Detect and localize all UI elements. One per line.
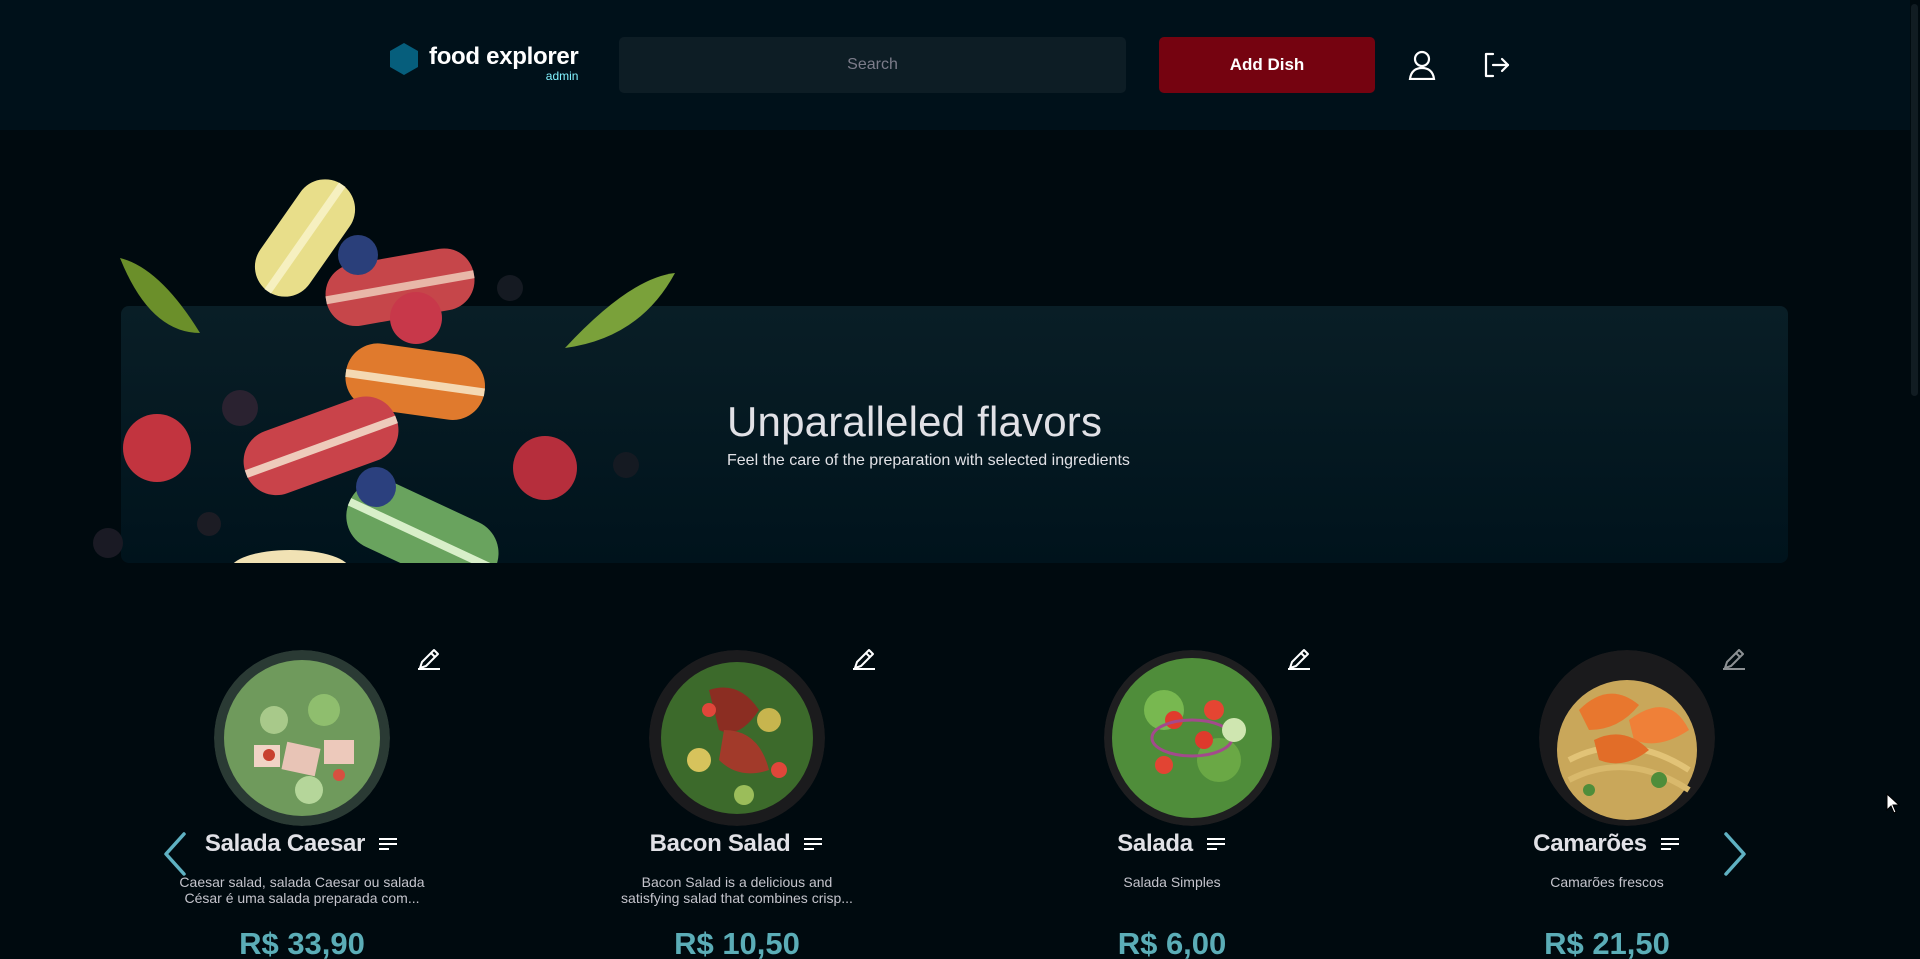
logo-title: food explorer [429, 43, 579, 70]
dish-description: Camarões frescos [1550, 874, 1664, 890]
pencil-icon[interactable] [849, 642, 877, 670]
dish-card[interactable]: Salada Caesar Caesar salad, salada Caesa… [152, 630, 452, 959]
dish-name[interactable]: Salada [1117, 830, 1193, 858]
dish-price: R$ 33,90 [239, 926, 365, 959]
chevron-left-icon[interactable] [160, 830, 190, 878]
hexagon-icon [390, 43, 418, 75]
chevron-right-icon[interactable] [1720, 830, 1750, 878]
dish-description: Salada Simples [1123, 874, 1221, 890]
scrollbar-thumb[interactable] [1911, 4, 1918, 396]
logo-text: food explorer admin [429, 42, 579, 83]
user-icon [1408, 50, 1436, 80]
dish-name[interactable]: Bacon Salad [650, 830, 791, 858]
lines-icon[interactable] [802, 836, 824, 852]
pencil-icon[interactable] [414, 642, 442, 670]
logo-admin-badge: admin [545, 69, 579, 83]
dish-title-row: Bacon Salad [587, 830, 887, 858]
profile-button[interactable] [1404, 47, 1440, 83]
pencil-icon[interactable] [1284, 642, 1312, 670]
dish-image [1539, 650, 1715, 826]
search-input[interactable] [619, 37, 1126, 93]
dish-price: R$ 6,00 [1117, 926, 1227, 959]
dish-card[interactable]: Salada Salada Simples R$ 6,00 [1022, 630, 1322, 959]
add-dish-button[interactable]: Add Dish [1159, 37, 1375, 93]
dish-image [1104, 650, 1280, 826]
dish-description: Bacon Salad is a delicious and satisfyin… [621, 874, 853, 906]
logo[interactable]: food explorer admin [390, 42, 579, 83]
dish-price: R$ 21,50 [1544, 926, 1670, 959]
macarons-illustration [93, 179, 675, 563]
lines-icon[interactable] [1205, 836, 1227, 852]
logout-button[interactable] [1478, 47, 1514, 83]
dish-title-row: Salada [1022, 830, 1322, 858]
dish-image [649, 650, 825, 826]
dish-title-row: Camarões [1457, 830, 1757, 858]
dish-card[interactable]: Bacon Salad Bacon Salad is a delicious a… [587, 630, 887, 959]
pencil-icon[interactable] [1719, 642, 1747, 670]
dish-description: Caesar salad, salada Caesar ou salada Cé… [179, 874, 425, 906]
dish-name[interactable]: Camarões [1533, 830, 1647, 858]
header: food explorer admin Add Dish [0, 0, 1920, 130]
dish-image [214, 650, 390, 826]
lines-icon[interactable] [377, 836, 399, 852]
dish-price: R$ 10,50 [674, 926, 800, 959]
dish-name[interactable]: Salada Caesar [205, 830, 366, 858]
lines-icon[interactable] [1659, 836, 1681, 852]
banner-title: Unparalleled flavors [727, 398, 1103, 445]
sign-out-icon [1484, 52, 1510, 78]
dish-card[interactable]: Camarões Camarões frescos R$ 21,50 [1457, 630, 1757, 959]
banner-subtitle: Feel the care of the preparation with se… [727, 452, 1130, 469]
mouse-cursor-icon [1886, 793, 1900, 814]
dish-title-row: Salada Caesar [152, 830, 452, 858]
